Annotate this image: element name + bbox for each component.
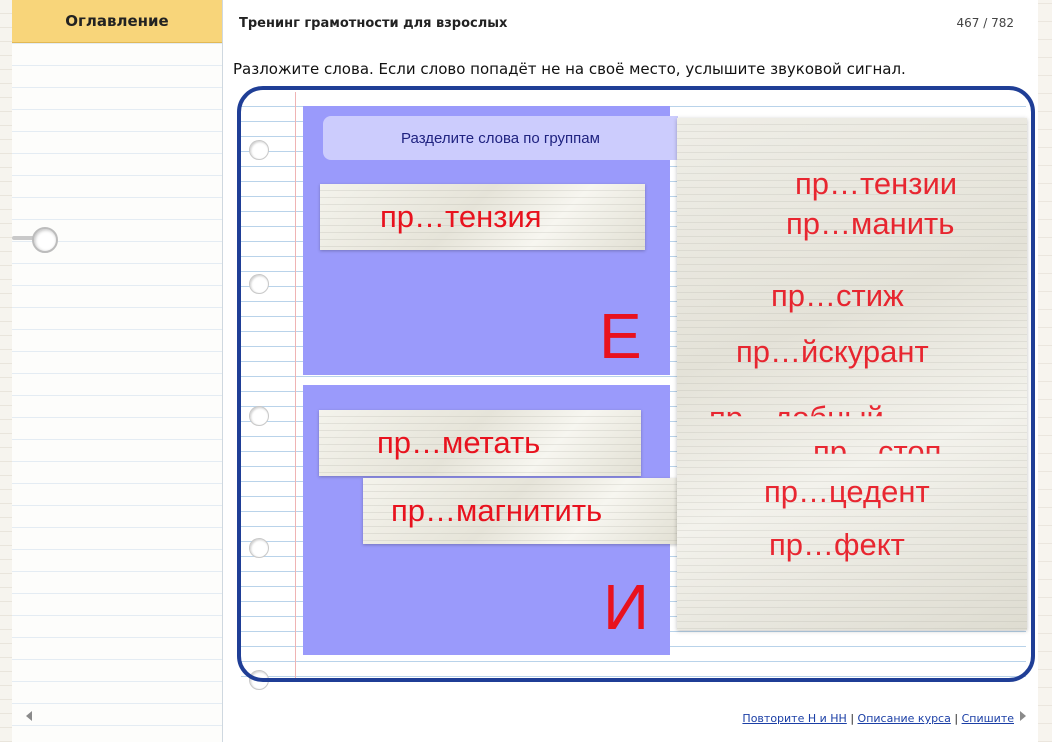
sidebar-title[interactable]: Оглавление [12, 0, 222, 43]
word-card[interactable]: пр…стиж [771, 278, 904, 314]
word-card[interactable]: пр…манить [786, 206, 954, 242]
footer-link-repeat[interactable]: Повторите Н и НН [742, 712, 846, 725]
binder-hole-icon [32, 227, 58, 253]
page-counter: 467 / 782 [956, 16, 1014, 30]
task-instruction: Разложите слова. Если слово попадёт не н… [233, 60, 906, 78]
word-card[interactable]: пр…йскурант [736, 334, 929, 370]
footer-separator: | [850, 712, 855, 725]
sidebar: Оглавление [12, 0, 223, 742]
word-card[interactable]: пр…метать [319, 410, 641, 476]
footer-link-copy[interactable]: Спишите [962, 712, 1014, 725]
notebook-right-edge [1037, 0, 1052, 742]
group-letter-e: Е [599, 300, 642, 372]
next-page-arrow-icon[interactable] [1020, 711, 1026, 721]
game-prompt: Разделите слова по группам [323, 116, 678, 160]
page-title: Тренинг грамотности для взрослых [239, 16, 508, 31]
prev-page-arrow-icon[interactable] [26, 711, 32, 721]
footer-links: Повторите Н и НН | Описание курса | Спиш… [742, 712, 1014, 725]
word-card[interactable]: пр…магнитить [363, 478, 679, 544]
word-card[interactable]: пр…фект [769, 527, 905, 563]
word-card[interactable]: пр…тензия [320, 184, 645, 250]
footer-separator: | [954, 712, 959, 725]
group-letter-i: И [603, 571, 649, 643]
footer-link-course-description[interactable]: Описание курса [858, 712, 951, 725]
word-card[interactable]: пр…тензии [795, 166, 957, 202]
main-content: Тренинг грамотности для взрослых 467 / 7… [223, 0, 1038, 742]
word-card[interactable]: пр…цедент [764, 474, 930, 510]
